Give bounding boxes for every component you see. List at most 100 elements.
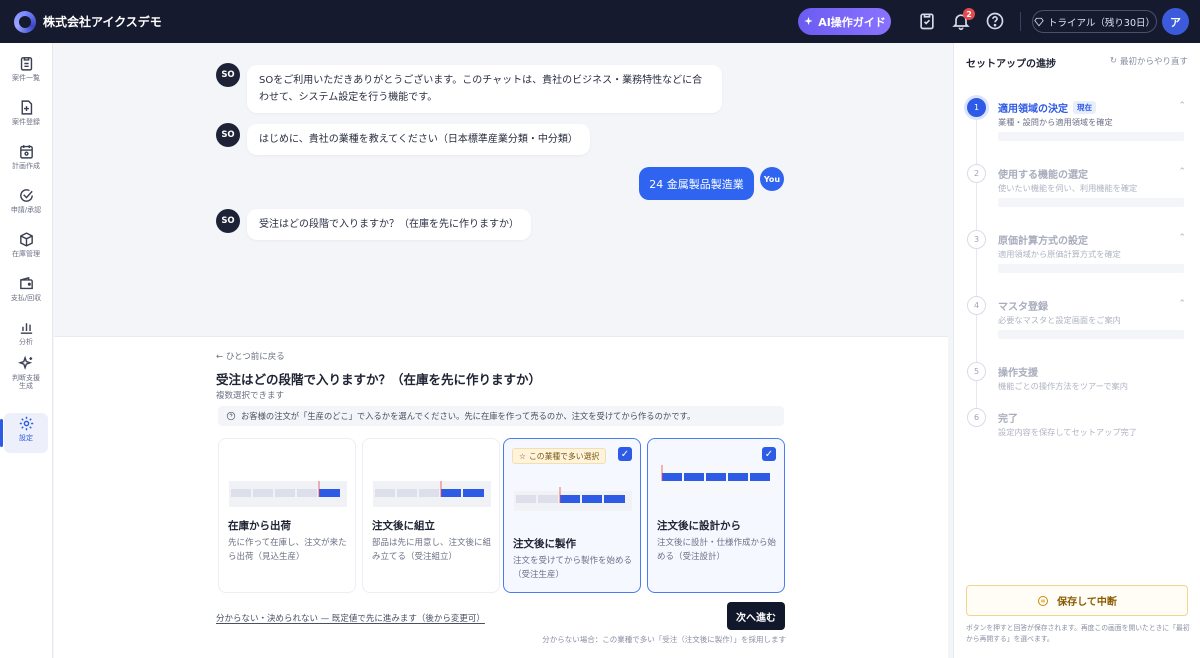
user-avatar[interactable]: ア [1162,8,1189,35]
step-number: 3 [967,230,986,249]
default-footnote: 分からない場合：この業種で多い「受注（注文後に製作）」を採用します [542,635,786,644]
help-icon[interactable] [985,11,1005,31]
option-title: 注文後に製作 [513,538,576,550]
wallet-icon [19,276,33,290]
gear-icon [19,416,33,431]
popular-tag-label: この業種で多い選択 [529,451,600,461]
step-placeholder-bar [998,198,1184,207]
step-number: 1 [967,98,986,117]
sparkle-icon [804,16,813,26]
user-message: 24 金属製品製造業 [639,167,754,200]
restart-button[interactable]: ↻ 最初からやり直す [1110,55,1188,67]
clipboard-icon [20,57,32,71]
option-desc: 注文を受けてから製作を始める（受注生産） [513,556,633,580]
step-title: 原価計算方式の設定 [998,236,1088,247]
setup-step-3[interactable]: 3 原価計算方式の設定 適用領域から原価計算方式を確定 ⌃ [966,224,1188,284]
chevron-up-icon[interactable]: ⌃ [1178,299,1186,309]
option-card-assemble-to-order[interactable]: 注文後に組立 部品は先に用意し、注文後に組み立てる（受注組立） [362,438,500,593]
back-label: ひとつ前に戻る [225,352,285,362]
trial-label: トライアル（残り30日） [1048,17,1155,29]
sidebar-item-label: 支払/回収 [10,294,42,302]
step-title-text: 適用領域の決定 [998,104,1068,115]
chevron-up-icon[interactable]: ⌃ [1178,233,1186,243]
setup-step-6[interactable]: 6 完了 設定内容を保存してセットアップ完了 [966,402,1188,462]
save-label: 保存して中断 [1057,597,1117,608]
sidebar-item-decision-support[interactable]: 判断支援 生成 [4,353,48,401]
step-placeholder-bar [998,132,1184,141]
option-card-engineer-to-order[interactable]: ✓ 注文後に設計から 注文後に設計・仕様作成から始める（受注設計） [647,438,785,593]
ai-guide-button[interactable]: AI操作ガイド [798,8,891,35]
sidebar-item-label: 案件登録 [12,118,40,126]
step-number: 5 [967,362,986,381]
diamond-icon [1034,17,1044,26]
sidebar-item-settings[interactable]: 設定 [0,413,48,453]
chat-area: SO SOをご利用いただきありがとうございます。このチャットは、貴社のビジネス・… [54,43,952,335]
notification-badge: 2 [963,8,975,20]
task-clipboard-icon[interactable] [917,11,937,31]
sidebar-item-label: 案件一覧 [12,74,40,82]
company-name: 株式会社アイクスデモ [43,15,162,29]
sidebar-item-inventory[interactable]: 在庫管理 [4,229,48,269]
sidebar-item-label-line2: 生成 [19,382,33,391]
option-desc: 部品は先に用意し、注文後に組み立てる（受注組立） [372,538,492,562]
setup-step-4[interactable]: 4 マスタ登録 必要なマスタと設定画面をご案内 ⌃ [966,290,1188,350]
step-desc: 適用領域から原価計算方式を確定 [998,249,1121,259]
sidebar-item-label: 在庫管理 [12,250,40,258]
trial-badge[interactable]: トライアル（残り30日） [1032,10,1157,33]
brand[interactable]: 株式会社アイクスデモ [14,10,162,33]
option-desc: 注文後に設計・仕様作成から始める（受注設計） [657,538,777,562]
bot-message: SOをご利用いただきありがとうございます。このチャットは、貴社のビジネス・業務特… [247,65,722,113]
question-hint: お客様の注文が「生産のどこ」で入るかを選んでください。先に在庫を作って売るのか、… [218,406,784,426]
brand-logo-icon [14,10,36,33]
back-link[interactable]: ← ひとつ前に戻る [216,350,285,362]
star-icon: ☆ [519,451,526,461]
setup-title: セットアップの進捗 [966,59,1056,70]
step-placeholder-bar [998,330,1184,339]
step-number: 6 [967,408,986,427]
sidebar-item-planning[interactable]: 計画作成 [4,141,48,181]
user-chat-avatar: You [760,167,784,191]
step-placeholder-bar [998,264,1184,273]
step-title: マスタ登録 [998,302,1048,313]
question-subtitle: 複数選択できます [216,391,285,401]
sidebar-item-approval[interactable]: 申請/承認 [4,185,48,225]
step-title: 使用する機能の選定 [998,170,1088,181]
sidebar-item-label: 申請/承認 [10,206,42,214]
step-title: 完了 [998,414,1018,425]
file-plus-icon [21,100,32,115]
refresh-icon: ↻ [1109,56,1117,66]
sidebar-item-case-register[interactable]: 案件登録 [4,97,48,137]
checkbox-checked[interactable]: ✓ [618,447,632,461]
setup-step-2[interactable]: 2 使用する機能の選定 使いたい機能を伺い、利用機能を確定 ⌃ [966,158,1188,218]
chevron-up-icon[interactable]: ⌃ [1178,101,1186,111]
sidebar-item-cases[interactable]: 案件一覧 [4,53,48,93]
sparkle-icon [17,355,32,370]
step-number: 4 [967,296,986,315]
pause-circle-icon [1038,595,1049,606]
help-circle-icon [226,411,236,421]
bot-message: はじめに、貴社の業種を教えてください（日本標準産業分類・中分類） [247,124,590,155]
skip-link[interactable]: 分からない・決められない — 既定値で先に進みます（後から変更可） [216,612,485,624]
option-card-make-to-stock[interactable]: 在庫から出荷 先に作って在庫し、注文が来たら出荷（見込生産） [218,438,356,593]
flow-diagram-engineer-to-order [658,465,776,495]
step-number: 2 [967,164,986,183]
sidebar-item-label: 判断支援 [12,374,40,382]
flow-diagram-assemble-to-order [373,481,491,507]
save-note: ボタンを押すと回答が保存されます。再度この画面を開いたときに「最初から再開する」… [966,624,1190,643]
sidebar-item-label: 設定 [19,434,33,442]
box-icon [19,232,33,247]
chevron-up-icon[interactable]: ⌃ [1178,167,1186,177]
ai-guide-label: AI操作ガイド [818,15,886,29]
step-desc: 業種・設問から適用領域を確定 [998,117,1113,127]
sidebar-item-payments[interactable]: 支払/回収 [4,273,48,313]
sidebar-item-analytics[interactable]: 分析 [4,317,48,357]
check-circle-icon [19,189,33,202]
next-button[interactable]: 次へ進む [727,602,785,630]
question-panel: ← ひとつ前に戻る 受注はどの段階で入りますか？（在庫を先に作りますか） 複数選… [54,336,948,658]
option-title: 注文後に組立 [372,520,435,532]
save-and-pause-button[interactable]: 保存して中断 [966,585,1188,616]
current-badge: 現在 [1073,101,1096,114]
setup-step-1[interactable]: 1 適用領域の決定 現在 業種・設問から適用領域を確定 ⌃ [966,92,1188,152]
option-card-make-to-order[interactable]: ☆ この業種で多い選択 ✓ 注文後に製作 注文を受けてから製作を始める（受注生産… [503,438,641,593]
sidebar-item-label: 計画作成 [12,162,40,170]
